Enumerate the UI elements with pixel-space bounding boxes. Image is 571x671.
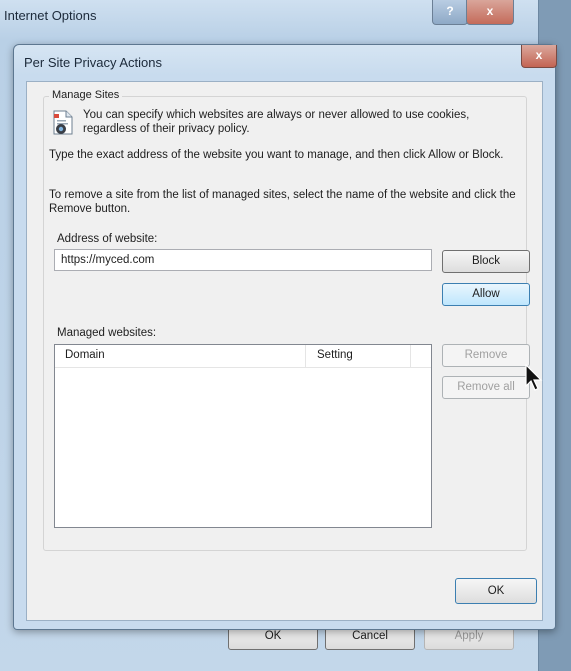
address-label: Address of website: — [57, 233, 158, 245]
intro-text: You can specify which websites are alway… — [83, 109, 470, 135]
manage-sites-label: Manage Sites — [49, 89, 123, 101]
outer-window-title: Internet Options — [4, 8, 97, 23]
instruction-text-add: Type the exact address of the website yo… — [49, 149, 504, 161]
mouse-pointer-icon — [525, 364, 543, 391]
remove-all-button[interactable]: Remove all — [442, 376, 530, 399]
dialog-client-area: Manage Sites You can specify which websi… — [26, 81, 543, 621]
dialog-title: Per Site Privacy Actions — [24, 55, 162, 70]
column-header-domain[interactable]: Domain — [65, 349, 105, 361]
privacy-document-icon — [53, 110, 73, 135]
help-button[interactable]: ? — [432, 0, 468, 25]
outer-close-button[interactable]: x — [466, 0, 514, 25]
instruction-text-remove: To remove a site from the list of manage… — [49, 189, 516, 215]
column-divider[interactable] — [305, 345, 306, 367]
column-divider[interactable] — [410, 345, 411, 367]
list-header: Domain Setting — [55, 345, 431, 368]
remove-button[interactable]: Remove — [442, 344, 530, 367]
block-button[interactable]: Block — [442, 250, 530, 273]
column-header-setting[interactable]: Setting — [317, 349, 353, 361]
dialog-close-button[interactable]: x — [521, 45, 557, 68]
allow-button[interactable]: Allow — [442, 283, 530, 306]
managed-websites-list[interactable]: Domain Setting — [54, 344, 432, 528]
website-address-input[interactable]: https://myced.com — [54, 249, 432, 271]
dialog-ok-button[interactable]: OK — [455, 578, 537, 604]
managed-websites-label: Managed websites: — [57, 327, 157, 339]
per-site-privacy-dialog: Per Site Privacy Actions x Manage Sites … — [13, 44, 557, 630]
